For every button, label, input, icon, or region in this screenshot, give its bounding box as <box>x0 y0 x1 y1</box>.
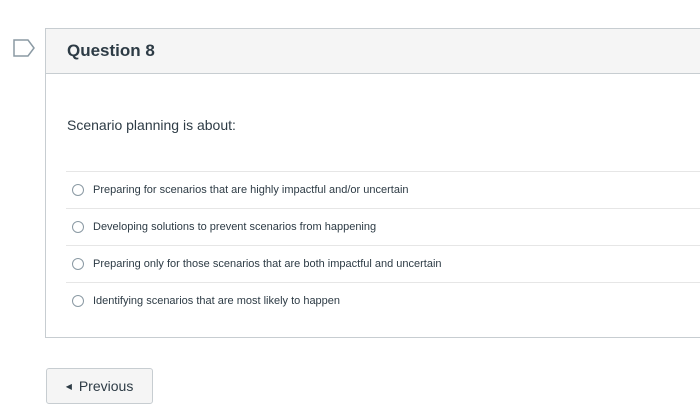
answer-label: Preparing for scenarios that are highly … <box>93 184 409 196</box>
question-prompt: Scenario planning is about: <box>67 117 236 133</box>
radio-button[interactable] <box>72 258 84 270</box>
answer-option[interactable]: Preparing only for those scenarios that … <box>66 245 700 282</box>
triangle-left-icon: ◀ <box>65 381 72 391</box>
answer-list: Preparing for scenarios that are highly … <box>66 171 700 319</box>
question-title: Question 8 <box>67 41 155 60</box>
radio-button[interactable] <box>72 221 84 233</box>
radio-button[interactable] <box>72 295 84 307</box>
previous-button[interactable]: ◀ Previous <box>46 368 153 404</box>
previous-label: Previous <box>78 378 134 394</box>
answer-label: Identifying scenarios that are most like… <box>93 295 341 307</box>
question-header: Question 8 <box>46 29 700 74</box>
answer-option[interactable]: Identifying scenarios that are most like… <box>66 282 700 319</box>
question-card: Question 8 Scenario planning is about: P… <box>45 28 700 338</box>
flag-question-icon[interactable] <box>13 39 35 57</box>
radio-button[interactable] <box>72 184 84 196</box>
answer-label: Preparing only for those scenarios that … <box>93 258 442 270</box>
answer-option[interactable]: Preparing for scenarios that are highly … <box>66 171 700 208</box>
answer-option[interactable]: Developing solutions to prevent scenario… <box>66 208 700 245</box>
answer-label: Developing solutions to prevent scenario… <box>93 221 377 233</box>
